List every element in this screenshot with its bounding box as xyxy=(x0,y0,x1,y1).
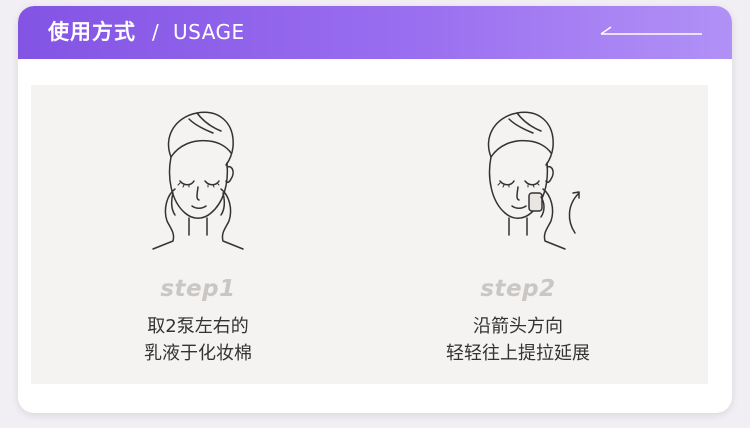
step-2-line-1: 沿箭头方向 xyxy=(473,316,563,337)
steps-panel: step1 取2泵左右的 乳液于化妆棉 step2 沿箭头方向 轻轻往上提拉延展 xyxy=(31,85,708,384)
face-towel-hands-icon xyxy=(152,111,244,250)
step-2-label: step2 xyxy=(480,276,556,302)
step-2-line-2: 轻轻往上提拉延展 xyxy=(446,343,590,364)
step-1-label: step1 xyxy=(160,276,236,302)
long-left-arrow-icon xyxy=(600,26,702,35)
face-towel-cotton-pad-icon xyxy=(487,111,580,250)
step-1-line-1: 取2泵左右的 xyxy=(147,316,249,337)
title-separator: / xyxy=(152,20,159,44)
section-title: 使用方式 xyxy=(48,20,136,44)
section-header: 使用方式 / USAGE xyxy=(18,6,732,59)
step-1-line-2: 乳液于化妆棉 xyxy=(144,343,252,364)
section-subtitle: USAGE xyxy=(173,20,245,44)
usage-card: 使用方式 / USAGE step1 取2泵左右的 乳液于化妆棉 step2 沿… xyxy=(18,6,732,413)
